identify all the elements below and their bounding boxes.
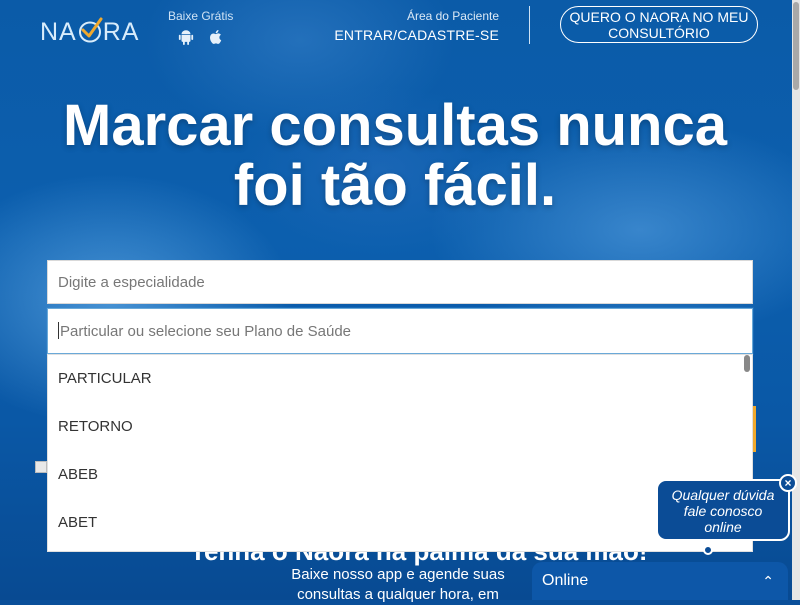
page-scrollbar-thumb[interactable] [793,2,799,90]
health-plan-dropdown[interactable]: PARTICULAR RETORNO ABEB ABET [47,354,753,552]
page-scrollbar[interactable] [792,0,800,600]
chat-bar[interactable]: Online ⌃ [532,562,788,600]
apple-icon[interactable] [207,28,225,46]
dropdown-scrollbar[interactable] [744,355,750,372]
specialty-input[interactable]: Digite a especialidade [47,260,753,304]
headline-line2: foi tão fácil. [233,153,557,218]
health-plan-placeholder: Particular ou selecione seu Plano de Saú… [60,323,352,340]
chat-bubble-line1: Qualquer dúvida [671,487,775,503]
chat-status: Online [542,572,589,589]
chat-bubble-tail [703,545,713,555]
dropdown-option[interactable]: ABEB [48,451,752,499]
logo-o-mark [77,16,103,49]
chat-bubble-line3: online [704,519,742,535]
chat-invite-bubble[interactable]: Qualquer dúvida fale conosco online [656,479,790,541]
promo-text: Baixe nosso app e agende suas consultas … [270,565,526,605]
dropdown-option[interactable]: RETORNO [48,403,752,451]
store-icons [177,28,225,46]
dropdown-option[interactable]: PARTICULAR [48,355,752,403]
text-cursor [58,322,59,339]
health-plan-input[interactable]: Particular ou selecione seu Plano de Saú… [47,308,753,354]
patient-area-label: Área do Paciente [406,9,499,23]
naora-logo[interactable]: NA RA [40,17,139,47]
headline-line1: Marcar consultas nunca [63,93,727,158]
logo-check-icon [78,17,103,42]
logo-text-left: NA [40,17,77,46]
checkbox[interactable] [35,461,47,473]
dropdown-option[interactable]: ABET [48,499,752,547]
patient-login-link[interactable]: ENTRAR/CADASTRE-SE [334,27,499,43]
promo-text-line1: Baixe nosso app e agende suas [291,566,505,583]
android-icon[interactable] [177,28,195,46]
promo-text-line2: consultas a qualquer hora, em [297,586,499,603]
chat-bubble-line2: fale conosco [683,503,763,519]
logo-text-right: RA [102,17,140,46]
pro-button-line2: CONSULTÓRIO [608,24,710,41]
professional-signup-button[interactable]: QUERO O NAORA NO MEU CONSULTÓRIO [560,6,758,43]
pro-button-line1: QUERO O NAORA NO MEU [569,8,749,25]
download-label: Baixe Grátis [168,9,234,23]
search-button-edge[interactable] [753,406,756,452]
chevron-up-icon[interactable]: ⌃ [762,562,774,600]
close-icon[interactable]: × [779,474,797,492]
header-divider [529,6,530,44]
professional-signup-label: QUERO O NAORA NO MEU CONSULTÓRIO [570,9,749,41]
page-title: Marcar consultas nunca foi tão fácil. [0,96,790,216]
